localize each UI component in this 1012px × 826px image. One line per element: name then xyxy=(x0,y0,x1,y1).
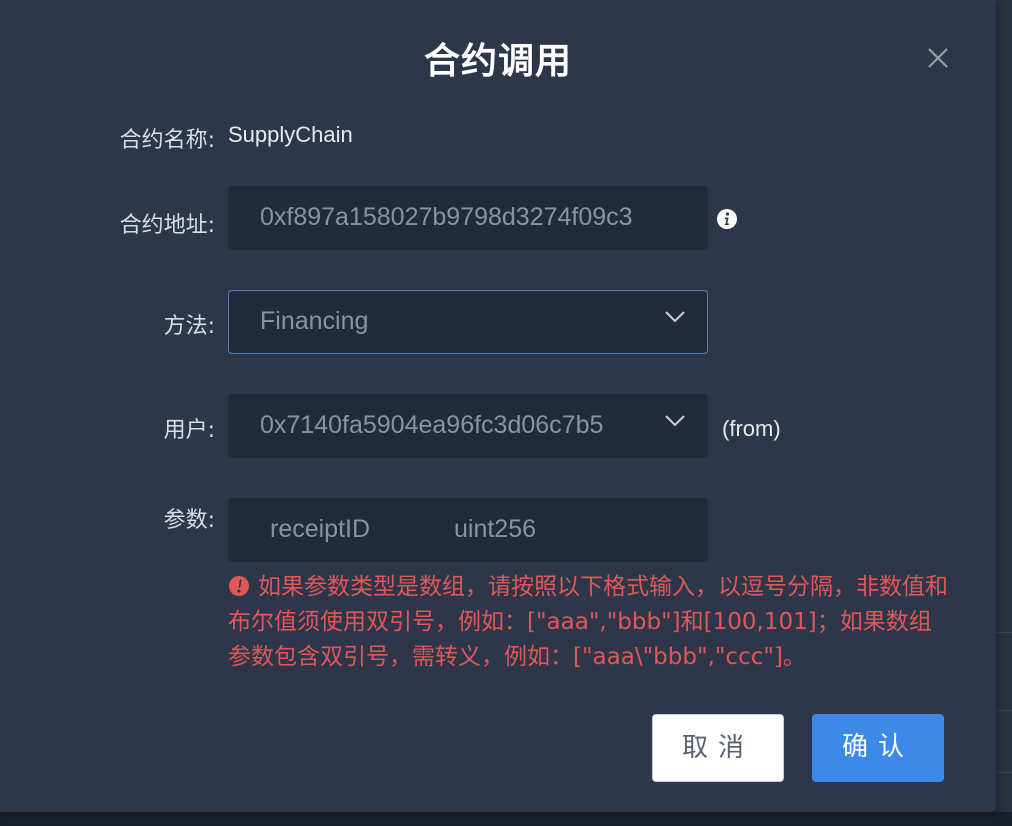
background-bottom xyxy=(0,812,1012,826)
method-label: 方法: xyxy=(163,314,215,339)
chevron-down-icon xyxy=(665,311,685,323)
contract-address-field[interactable]: 0xf897a158027b9798d3274f09c3 xyxy=(228,186,708,250)
contract-address-label: 合约地址: xyxy=(119,213,215,238)
contract-name-label: 合约名称: xyxy=(119,128,215,153)
method-select[interactable]: Financing xyxy=(228,290,708,354)
params-label: 参数: xyxy=(163,508,215,533)
param-type: uint256 xyxy=(454,515,537,543)
chevron-down-icon xyxy=(665,415,685,427)
info-icon[interactable] xyxy=(716,208,738,230)
close-button[interactable] xyxy=(922,42,954,74)
array-format-warning: 如果参数类型是数组，请按照以下格式输入，以逗号分隔，非数值和布尔值须使用双引号，… xyxy=(228,570,948,675)
confirm-button[interactable]: 确认 xyxy=(812,714,944,782)
background-divider xyxy=(996,772,1012,773)
param-input-receiptid[interactable]: receiptID uint256 xyxy=(228,498,708,562)
warning-icon xyxy=(229,576,249,596)
user-from-suffix: (from) xyxy=(722,416,781,441)
contract-call-dialog: 合约调用 合约名称: SupplyChain 合约地址: 0xf897a1580… xyxy=(0,0,996,812)
param-name: receiptID xyxy=(270,515,371,543)
warning-text: 如果参数类型是数组，请按照以下格式输入，以逗号分隔，非数值和布尔值须使用双引号，… xyxy=(228,574,948,670)
background-divider xyxy=(996,710,1012,711)
user-selected-value: 0x7140fa5904ea96fc3d06c7b5 xyxy=(260,411,604,439)
close-icon xyxy=(928,48,948,68)
dialog-title: 合约调用 xyxy=(423,41,572,82)
contract-address-value: 0xf897a158027b9798d3274f09c3 xyxy=(260,203,633,231)
background-page-edge xyxy=(996,0,1012,826)
user-label: 用户: xyxy=(163,418,215,443)
cancel-button[interactable]: 取消 xyxy=(652,714,784,782)
method-selected-value: Financing xyxy=(260,307,369,335)
background-divider xyxy=(996,632,1012,633)
user-select[interactable]: 0x7140fa5904ea96fc3d06c7b5 xyxy=(228,394,708,458)
contract-name-value: SupplyChain xyxy=(228,122,353,147)
